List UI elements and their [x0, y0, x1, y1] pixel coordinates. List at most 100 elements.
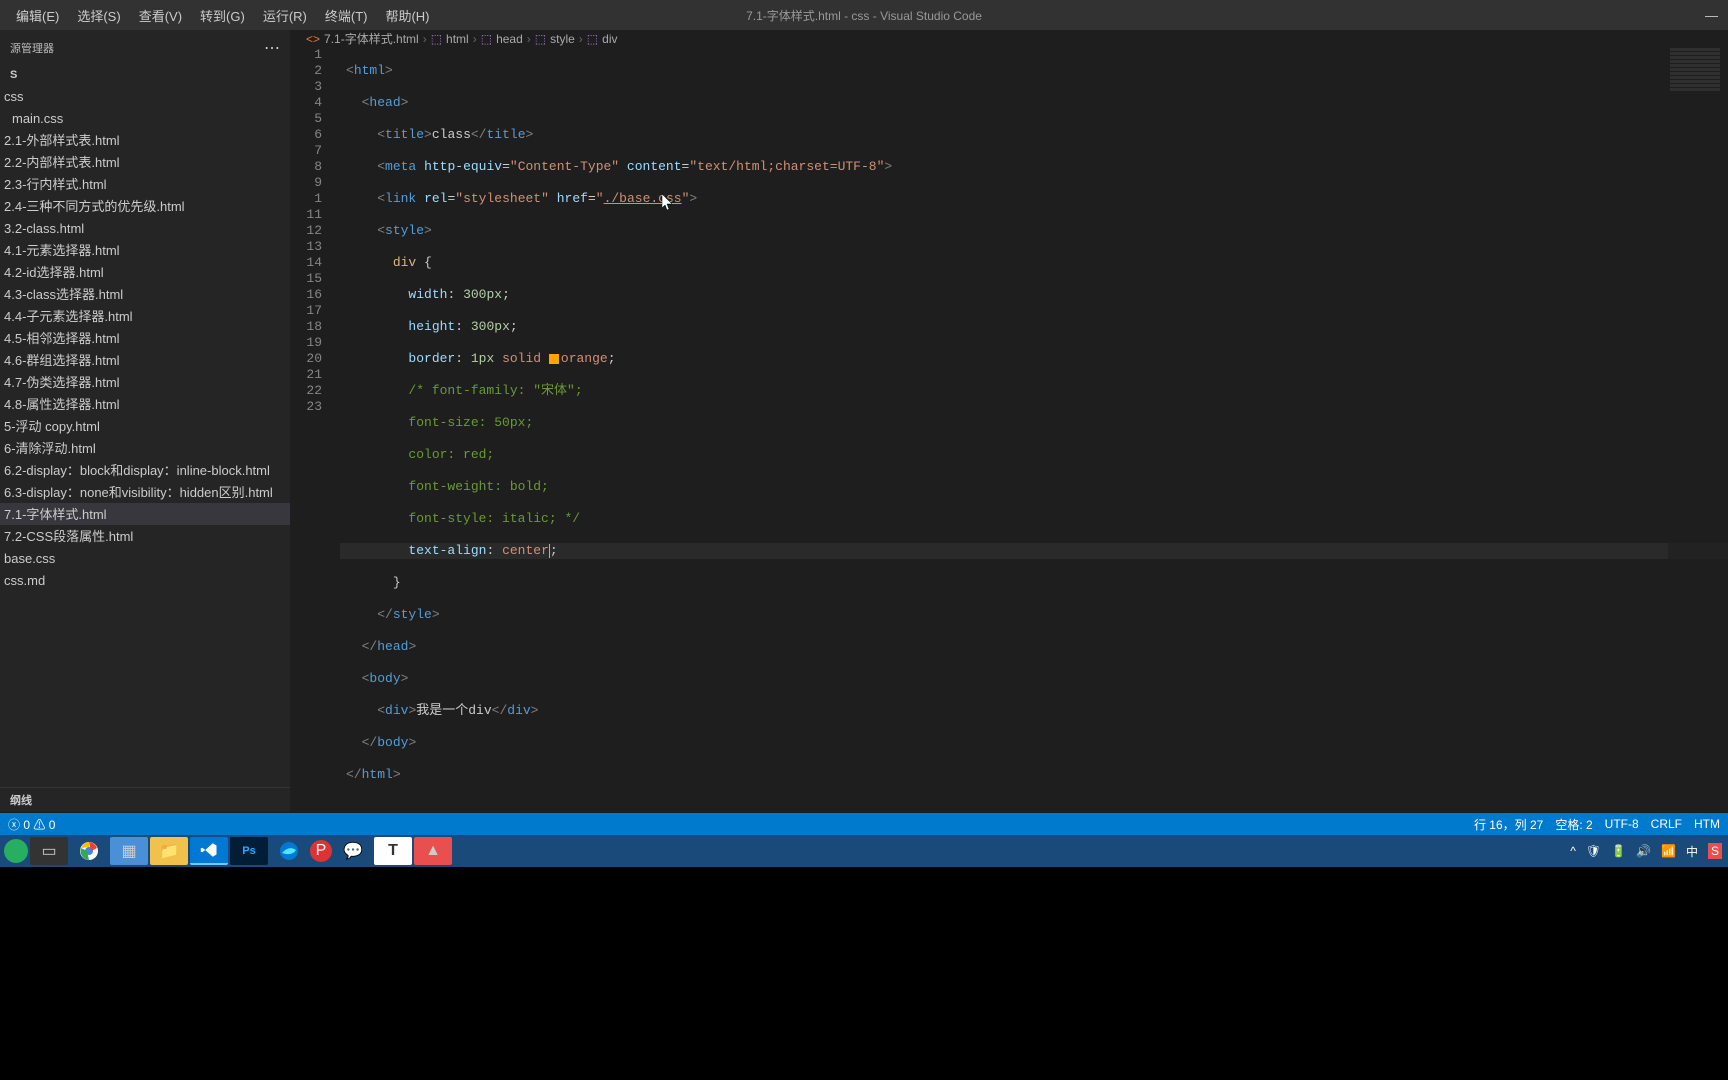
tray-app-icon[interactable]: S	[1708, 843, 1722, 859]
file-explorer-icon[interactable]: 📁	[150, 837, 188, 865]
line-number: 5	[290, 111, 322, 127]
bottom-black-region	[0, 867, 1728, 1080]
file-item[interactable]: 4.5-相邻选择器.html	[0, 327, 290, 349]
menu-help[interactable]: 帮助(H)	[377, 2, 437, 29]
file-item[interactable]: 4.6-群组选择器.html	[0, 349, 290, 371]
menu-run[interactable]: 运行(R)	[255, 2, 315, 29]
edge-icon[interactable]	[270, 837, 308, 865]
app-icon-t[interactable]: T	[374, 837, 412, 865]
line-number: 8	[290, 159, 322, 175]
file-item[interactable]: 6.2-display：block和display：inline-block.h…	[0, 459, 290, 481]
file-item[interactable]: 3.2-class.html	[0, 217, 290, 239]
element-icon: ⬚	[535, 32, 546, 46]
ime-indicator[interactable]: 中	[1686, 843, 1698, 860]
app-icon-p[interactable]: P	[310, 840, 332, 862]
window-controls: —	[1705, 8, 1718, 23]
outline-section[interactable]: 纲线	[0, 787, 290, 812]
file-item[interactable]: 2.1-外部样式表.html	[0, 129, 290, 151]
line-number: 22	[290, 383, 322, 399]
line-number: 1	[290, 191, 322, 207]
start-button[interactable]	[4, 839, 28, 863]
status-errors[interactable]: ⓧ 0 ⚠ 0	[8, 816, 55, 833]
html-file-icon: <>	[306, 32, 320, 46]
minimap[interactable]	[1668, 47, 1728, 831]
chevron-right-icon: ›	[423, 32, 427, 46]
status-indent[interactable]: 空格: 2	[1555, 816, 1592, 833]
breadcrumb[interactable]: <> 7.1-字体样式.html › ⬚ html › ⬚ head › ⬚ s…	[290, 30, 1728, 47]
volume-icon[interactable]: 🔊	[1636, 844, 1651, 858]
file-item[interactable]: 6-清除浮动.html	[0, 437, 290, 459]
line-number: 23	[290, 399, 322, 415]
line-number: 7	[290, 143, 322, 159]
line-number: 21	[290, 367, 322, 383]
breadcrumb-style[interactable]: style	[550, 32, 575, 46]
line-number: 1	[290, 47, 322, 63]
status-language[interactable]: HTM	[1694, 817, 1720, 831]
wifi-icon[interactable]: 📶	[1661, 844, 1676, 858]
menu-edit[interactable]: 编辑(E)	[8, 2, 67, 29]
color-swatch-icon	[549, 354, 559, 364]
line-number: 9	[290, 175, 322, 191]
file-item[interactable]: 2.3-行内样式.html	[0, 173, 290, 195]
menu-select[interactable]: 选择(S)	[69, 2, 128, 29]
file-item[interactable]: 4.2-id选择器.html	[0, 261, 290, 283]
system-tray[interactable]: ^ 🛡 🔋 🔊 📶 中 S	[1570, 843, 1722, 860]
menu-goto[interactable]: 转到(G)	[192, 2, 253, 29]
code-editor[interactable]: 123456789111121314151617181920212223 <ht…	[290, 47, 1728, 831]
file-item[interactable]: 4.3-class选择器.html	[0, 283, 290, 305]
chrome-icon[interactable]	[70, 837, 108, 865]
status-eol[interactable]: CRLF	[1651, 817, 1682, 831]
line-number: 12	[290, 223, 322, 239]
breadcrumb-head[interactable]: head	[496, 32, 523, 46]
line-number: 13	[290, 239, 322, 255]
file-item[interactable]: 2.4-三种不同方式的优先级.html	[0, 195, 290, 217]
status-cursor-pos[interactable]: 行 16，列 27	[1474, 816, 1543, 833]
file-item[interactable]: 6.3-display：none和visibility：hidden区别.htm…	[0, 481, 290, 503]
folder-item[interactable]: css	[0, 85, 290, 107]
photoshop-icon[interactable]: Ps	[230, 837, 268, 865]
file-item[interactable]: 2.2-内部样式表.html	[0, 151, 290, 173]
menu-terminal[interactable]: 终端(T)	[317, 2, 376, 29]
chevron-right-icon: ›	[527, 32, 531, 46]
file-item[interactable]: css.md	[0, 569, 290, 591]
file-item[interactable]: 5-浮动 copy.html	[0, 415, 290, 437]
line-number: 16	[290, 287, 322, 303]
file-item[interactable]: main.css	[0, 107, 290, 129]
vscode-icon[interactable]	[190, 837, 228, 865]
line-number: 20	[290, 351, 322, 367]
breadcrumb-file[interactable]: 7.1-字体样式.html	[324, 30, 419, 47]
status-encoding[interactable]: UTF-8	[1605, 817, 1639, 831]
menubar: 编辑(E) 选择(S) 查看(V) 转到(G) 运行(R) 终端(T) 帮助(H…	[8, 2, 438, 29]
app-icon-red[interactable]: ▲	[414, 837, 452, 865]
statusbar: ⓧ 0 ⚠ 0 行 16，列 27 空格: 2 UTF-8 CRLF HTM	[0, 813, 1728, 835]
workspace-root[interactable]: S	[0, 65, 290, 85]
file-item[interactable]: 7.1-字体样式.html	[0, 503, 290, 525]
window-title: 7.1-字体样式.html - css - Visual Studio Code	[746, 7, 982, 24]
minimize-icon[interactable]: —	[1705, 8, 1718, 23]
file-tree[interactable]: cssmain.css2.1-外部样式表.html2.2-内部样式表.html2…	[0, 85, 290, 787]
file-item[interactable]: 4.8-属性选择器.html	[0, 393, 290, 415]
file-item[interactable]: base.css	[0, 547, 290, 569]
titlebar: 编辑(E) 选择(S) 查看(V) 转到(G) 运行(R) 终端(T) 帮助(H…	[0, 0, 1728, 30]
breadcrumb-div[interactable]: div	[602, 32, 617, 46]
file-item[interactable]: 4.7-伪类选择器.html	[0, 371, 290, 393]
app-icon[interactable]: ▦	[110, 837, 148, 865]
breadcrumb-html[interactable]: html	[446, 32, 469, 46]
menu-view[interactable]: 查看(V)	[131, 2, 190, 29]
file-item[interactable]: 4.4-子元素选择器.html	[0, 305, 290, 327]
code-content[interactable]: <html> <head> <title>class</title> <meta…	[340, 47, 1728, 831]
explorer-actions[interactable]: ⋯	[264, 38, 280, 58]
element-icon: ⬚	[431, 32, 442, 46]
tray-expand-icon[interactable]: ^	[1570, 844, 1576, 858]
battery-icon[interactable]: 🔋	[1611, 844, 1626, 858]
explorer-header: 源管理器 ⋯	[0, 30, 290, 65]
windows-taskbar: ▭ ▦ 📁 Ps P 💬 T ▲ ^ 🛡 🔋 🔊 📶 中 S	[0, 835, 1728, 867]
wechat-icon[interactable]: 💬	[334, 837, 372, 865]
shield-icon[interactable]: 🛡	[1586, 844, 1601, 858]
line-number: 4	[290, 95, 322, 111]
file-item[interactable]: 7.2-CSS段落属性.html	[0, 525, 290, 547]
taskview-icon[interactable]: ▭	[30, 837, 68, 865]
sidebar-explorer: 源管理器 ⋯ S cssmain.css2.1-外部样式表.html2.2-内部…	[0, 30, 290, 812]
file-item[interactable]: 4.1-元素选择器.html	[0, 239, 290, 261]
selector-icon: ⬚	[587, 32, 598, 46]
